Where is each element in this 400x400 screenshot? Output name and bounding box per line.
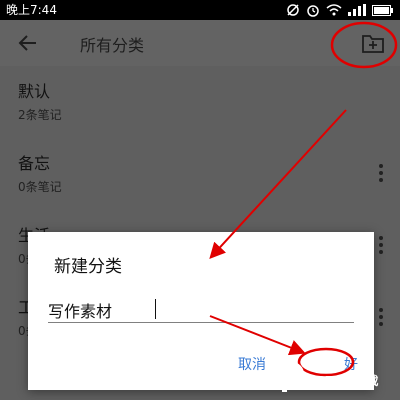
brand-name: PCPOP下载 bbox=[306, 374, 379, 388]
watermark: PCPOP下载 bbox=[272, 358, 400, 398]
list-item[interactable]: 默认 2条笔记 bbox=[0, 66, 400, 138]
page-title: 所有分类 bbox=[80, 36, 145, 55]
more-options-icon[interactable] bbox=[378, 236, 384, 256]
brand-logo-icon bbox=[280, 362, 304, 392]
wifi-icon bbox=[326, 4, 342, 16]
signal-icon bbox=[348, 4, 366, 16]
category-count: 2条笔记 bbox=[18, 108, 62, 122]
status-icons bbox=[286, 2, 394, 18]
battery-icon bbox=[372, 4, 393, 16]
add-folder-icon[interactable] bbox=[360, 30, 386, 56]
cancel-button[interactable]: 取消 bbox=[238, 354, 266, 374]
category-count: 0条笔记 bbox=[18, 180, 62, 194]
back-arrow-icon[interactable] bbox=[16, 31, 40, 55]
alarm-icon bbox=[307, 5, 319, 17]
more-options-icon[interactable] bbox=[378, 164, 384, 184]
dialog-title: 新建分类 bbox=[54, 257, 122, 277]
sync-icon bbox=[287, 4, 299, 16]
app-bar: 所有分类 bbox=[0, 20, 400, 66]
status-time: 晚上7:44 bbox=[6, 3, 57, 17]
category-name-input[interactable] bbox=[48, 298, 354, 323]
status-bar: 晚上7:44 bbox=[0, 0, 400, 20]
list-item[interactable]: 备忘 0条笔记 bbox=[0, 138, 400, 210]
text-cursor bbox=[155, 299, 156, 319]
more-options-icon[interactable] bbox=[378, 308, 384, 328]
category-name: 备忘 bbox=[18, 154, 51, 173]
category-name: 默认 bbox=[18, 82, 51, 101]
